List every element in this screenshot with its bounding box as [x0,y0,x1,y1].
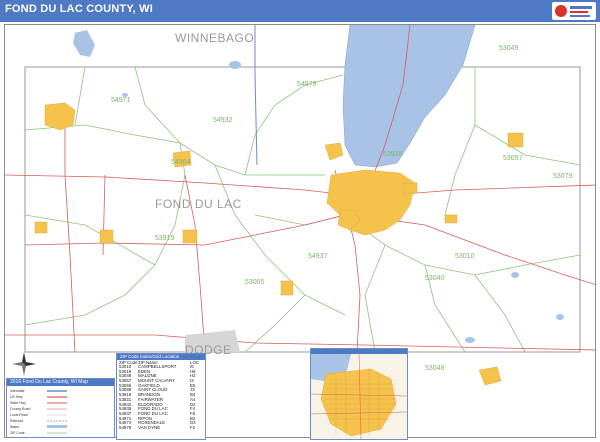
urban-fairwater [34,221,48,234]
lake-small-2 [229,61,241,69]
urban-north-fond-du-lac [324,142,344,161]
county-boundary [24,66,581,353]
zip-label: 53057 [503,155,523,162]
zip-boundaries [24,66,581,353]
table-row: 54979 VAN DYNE F2 [117,424,205,431]
zip-label: 53040 [425,275,445,282]
inset-map-fond-du-lac[interactable] [310,348,408,440]
highway-41 [254,25,258,166]
county-label-winnebago: WINNEBAGO [175,31,255,45]
map-title-bar: FOND DU LAC COUNTY, WI [0,0,600,22]
compass-rose-icon [12,352,36,376]
zip-label: 54964 [171,159,191,166]
urban-areas [34,102,524,386]
zip-label: 53048 [425,365,445,372]
lake-small-5 [465,337,475,343]
table-cell: 54979 [119,424,132,430]
zip-label: 53935 [383,151,403,158]
urban-taycheedah [402,182,418,194]
map-title: FOND DU LAC COUNTY, WI [5,3,154,15]
lake-small-4 [556,314,564,320]
table-cell: VAN DYNE [138,424,161,430]
zip-label: 53049 [499,45,519,52]
urban-mount-calvary [507,132,524,148]
urban-saint-peter [444,214,458,224]
map-legend: 2016 Fond Du Lac County, WI Map Intersta… [6,378,115,438]
zip-label: 53919 [155,235,175,242]
publisher-logo [552,2,596,20]
lake-small-1 [73,30,95,57]
county-label-fond-du-lac: FOND DU LAC [155,197,242,211]
zip-label: 54979 [297,81,317,88]
table-cell: F2 [190,424,196,430]
zip-label: 54937 [308,253,328,260]
legend-swatches [47,390,67,434]
zip-label: 53010 [455,253,475,260]
lake-winnebago [342,25,476,168]
zip-label: 53079 [553,173,573,180]
zip-table-body: 53010 CAMPBELLSPORT I6 53019 EDEN H6 53049 MALO… [117,364,205,431]
inset-urban [320,368,397,437]
urban-ripon [44,102,76,131]
zip-code-index-table: ZIP Code Index/Grid Location ZIP Code ZI… [116,353,206,440]
urban-brandon [99,229,114,244]
urban-oakfield [280,280,294,296]
urban-eldorado [182,229,198,244]
map-area[interactable]: WINNEBAGO FOND DU LAC DODGE 54971 54979 … [4,24,596,438]
inset-canvas [311,353,407,439]
urban-campbellsport [478,366,502,386]
zip-label: 54932 [213,117,233,124]
zip-label: 53065 [245,279,265,286]
lake-small-3 [511,272,519,278]
zip-label: 54971 [111,97,131,104]
